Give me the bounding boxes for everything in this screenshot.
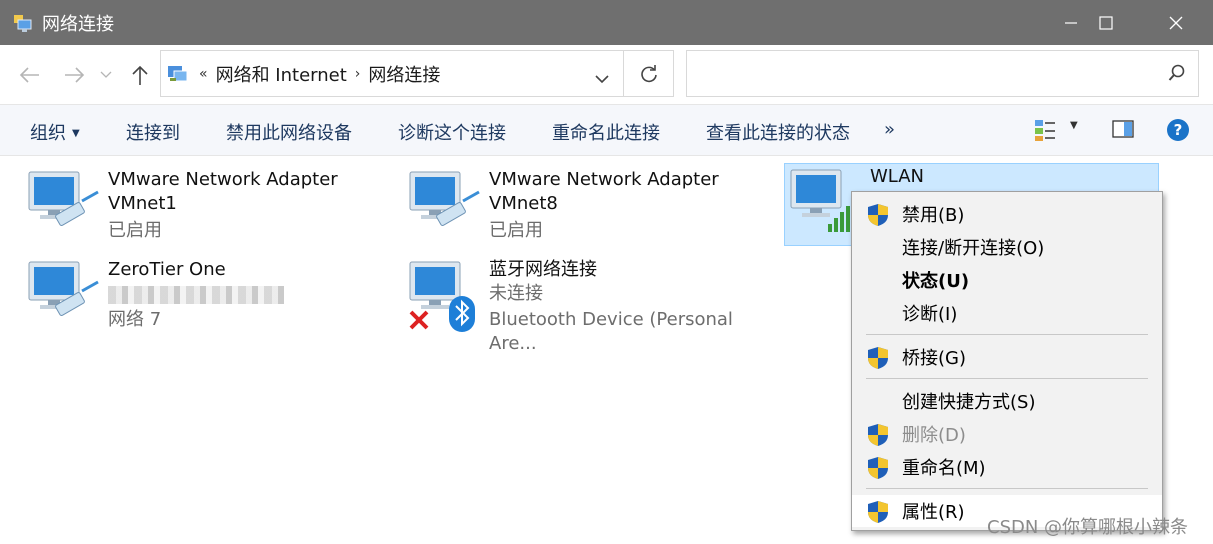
menu-item-connect-disconnect[interactable]: 连接/断开连接(O)	[852, 231, 1162, 263]
ethernet-adapter-icon	[407, 168, 487, 240]
connection-name: VMware Network Adapter	[108, 169, 338, 190]
ethernet-adapter-icon	[26, 168, 106, 240]
window-title: 网络连接	[42, 13, 114, 35]
connection-item-bluetooth[interactable]: 蓝牙网络连接 未连接 Bluetooth Device (Personal Ar…	[407, 258, 777, 354]
ethernet-adapter-icon	[26, 258, 106, 330]
connection-status: 已启用	[489, 220, 543, 241]
connection-status: 网络 7	[108, 309, 162, 330]
breadcrumb-separator-icon: ›	[354, 65, 361, 82]
menu-item-label: 桥接(G)	[902, 348, 966, 369]
diagnose-button[interactable]: 诊断这个连接	[398, 119, 506, 145]
menu-separator	[866, 378, 1148, 379]
connection-name: ZeroTier One	[108, 259, 226, 280]
uac-shield-icon	[866, 423, 890, 447]
menu-item-label: 属性(R)	[902, 502, 965, 523]
address-row: « 网络和 Internet › 网络连接	[0, 45, 1213, 104]
preview-pane-icon[interactable]	[1112, 120, 1134, 142]
connection-device: VMnet8	[489, 193, 558, 214]
menu-item-label: 状态(U)	[902, 271, 970, 292]
rename-button[interactable]: 重命名此连接	[552, 119, 660, 145]
menu-item-label: 删除(D)	[902, 425, 966, 446]
organize-label: 组织	[30, 123, 66, 144]
search-input[interactable]	[686, 50, 1199, 97]
uac-shield-icon	[866, 346, 890, 370]
address-bar[interactable]: « 网络和 Internet › 网络连接	[160, 50, 624, 97]
connection-name: WLAN	[870, 166, 925, 187]
view-status-button[interactable]: 查看此连接的状态	[706, 119, 850, 145]
more-commands-button[interactable]: »	[884, 119, 895, 140]
network-connections-icon	[12, 12, 34, 34]
dropdown-icon: ▼	[72, 128, 80, 139]
connection-device: VMnet1	[108, 193, 177, 214]
up-button[interactable]	[128, 63, 152, 87]
menu-item-label: 创建快捷方式(S)	[902, 392, 1036, 413]
connection-item-vmnet8[interactable]: VMware Network Adapter VMnet8 已启用	[407, 168, 747, 250]
menu-item-label: 连接/断开连接(O)	[902, 238, 1045, 259]
connection-device: Bluetooth Device (Personal Are...	[489, 309, 733, 354]
recent-locations-chevron-icon[interactable]	[98, 63, 114, 87]
refresh-button[interactable]	[624, 50, 674, 97]
help-icon[interactable]: ?	[1166, 118, 1190, 146]
watermark: CSDN @你算哪根小辣条	[987, 517, 1189, 538]
organize-button[interactable]: 组织 ▼	[30, 119, 80, 145]
bluetooth-adapter-icon	[407, 258, 487, 332]
connection-item-vmnet1[interactable]: VMware Network Adapter VMnet1 已启用	[26, 168, 366, 250]
uac-shield-icon	[866, 500, 890, 524]
title-bar: 网络连接	[0, 0, 1213, 45]
menu-item-diagnose[interactable]: 诊断(I)	[852, 297, 1162, 329]
control-panel-icon	[167, 63, 189, 85]
uac-shield-icon	[866, 203, 890, 227]
menu-item-delete[interactable]: 删除(D)	[852, 418, 1162, 450]
disable-device-button[interactable]: 禁用此网络设备	[226, 119, 352, 145]
svg-text:?: ?	[1174, 121, 1183, 139]
context-menu: 禁用(B) 连接/断开连接(O) 状态(U) 诊断(I) 桥接(G) 创建快捷方…	[851, 191, 1163, 531]
uac-shield-icon	[866, 456, 890, 480]
menu-separator	[866, 488, 1148, 489]
maximize-button[interactable]	[1071, 0, 1141, 45]
menu-item-label: 诊断(I)	[902, 304, 958, 325]
breadcrumb-network-internet[interactable]: 网络和 Internet	[216, 61, 347, 87]
menu-item-label: 重命名(M)	[902, 458, 986, 479]
redacted-blur	[108, 286, 284, 304]
menu-item-bridge[interactable]: 桥接(G)	[852, 341, 1162, 373]
menu-item-disable[interactable]: 禁用(B)	[852, 198, 1162, 230]
command-bar: 组织 ▼ 连接到 禁用此网络设备 诊断这个连接 重命名此连接 查看此连接的状态 »…	[0, 104, 1213, 156]
breadcrumb-network-connections[interactable]: 网络连接	[368, 61, 440, 87]
search-icon	[1168, 64, 1186, 86]
menu-item-create-shortcut[interactable]: 创建快捷方式(S)	[852, 385, 1162, 417]
connection-status: 已启用	[108, 220, 162, 241]
back-button[interactable]	[18, 63, 42, 87]
menu-item-rename[interactable]: 重命名(M)	[852, 451, 1162, 483]
view-options-chevron-icon[interactable]: ▼	[1070, 120, 1078, 131]
menu-separator	[866, 334, 1148, 335]
menu-item-status[interactable]: 状态(U)	[852, 264, 1162, 296]
close-button[interactable]	[1141, 0, 1211, 45]
change-view-icon[interactable]	[1034, 118, 1058, 146]
connection-status: 未连接	[489, 283, 543, 304]
address-dropdown-icon[interactable]	[595, 69, 609, 88]
connect-to-button[interactable]: 连接到	[126, 119, 180, 145]
overflow-chevron[interactable]: «	[199, 66, 208, 82]
forward-button[interactable]	[62, 63, 86, 87]
connection-name: VMware Network Adapter	[489, 169, 719, 190]
connection-name: 蓝牙网络连接	[489, 259, 597, 280]
menu-item-label: 禁用(B)	[902, 205, 965, 226]
